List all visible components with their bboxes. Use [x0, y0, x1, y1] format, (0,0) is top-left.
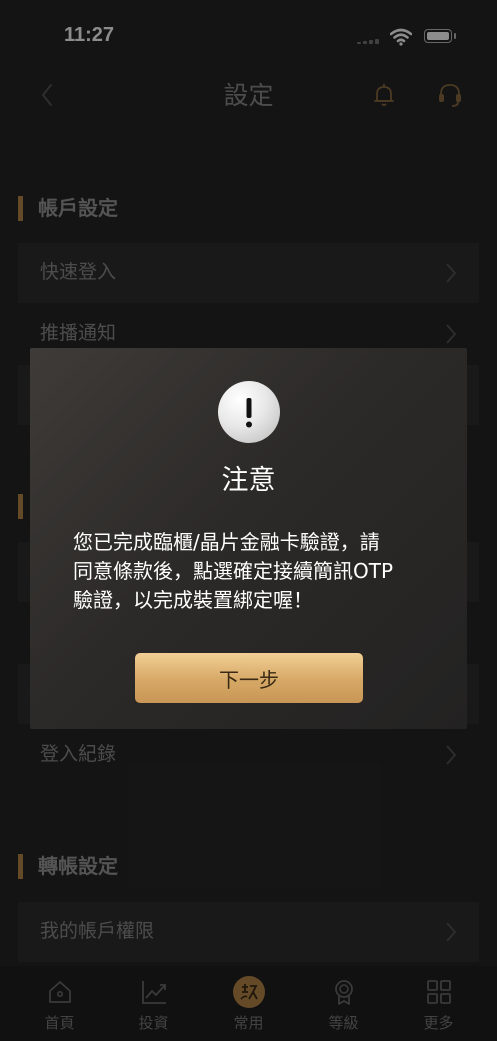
dialog-message: 您已完成臨櫃/晶片金融卡驗證，請 同意條款後，點選確定接續簡訊OTP 驗證，以完… [73, 528, 433, 615]
dialog-message-line: 您已完成臨櫃/晶片金融卡驗證，請 [73, 530, 380, 554]
dialog-message-line: 同意條款後，點選確定接續簡訊OTP [73, 559, 394, 583]
dialog-title: 注意 [221, 465, 276, 496]
alert-icon [218, 381, 280, 443]
next-step-button[interactable]: 下一步 [135, 653, 363, 703]
settings-screen: 11:27 設定 帳戶設定 快速登入 推播通知 登入紀錄 轉帳設定 我的帳戶權限… [0, 0, 497, 1041]
dialog-message-line: 驗證，以完成裝置綁定喔！ [73, 588, 313, 612]
notice-dialog: 注意 您已完成臨櫃/晶片金融卡驗證，請 同意條款後，點選確定接續簡訊OTP 驗證… [30, 348, 467, 729]
